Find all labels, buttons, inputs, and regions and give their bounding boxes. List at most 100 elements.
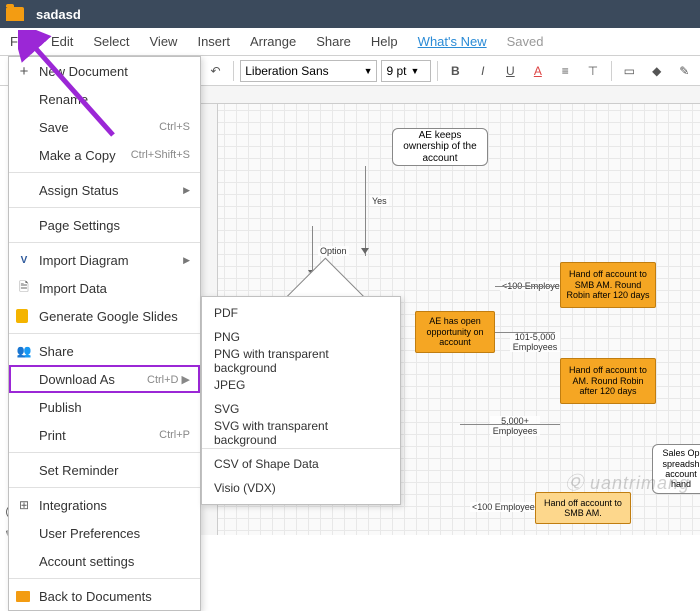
menuitem-label: Share xyxy=(39,344,74,359)
export-pdf[interactable]: PDF xyxy=(202,301,400,325)
connector xyxy=(495,332,555,333)
underline-button[interactable]: U xyxy=(499,59,522,83)
menuitem-publish[interactable]: Publish xyxy=(9,393,200,421)
export-svg[interactable]: SVG xyxy=(202,397,400,421)
menuitem-label: New Document xyxy=(39,64,128,79)
flow-node-handoff-smb2[interactable]: Hand off account to SMB AM. xyxy=(535,492,631,524)
shortcut-label: Ctrl+Shift+S xyxy=(131,149,190,161)
undo-button[interactable]: ↶ xyxy=(204,59,227,83)
separator xyxy=(611,61,612,81)
line-button[interactable]: ✎ xyxy=(672,59,695,83)
node-label: Hand off account to SMB AM. Round Robin … xyxy=(565,269,651,300)
visio-icon: V xyxy=(16,252,32,268)
menuitem-make-copy[interactable]: Make a Copy Ctrl+Shift+S xyxy=(9,141,200,169)
menu-view[interactable]: View xyxy=(140,28,188,55)
menuitem-label: Import Diagram xyxy=(39,253,129,268)
flow-node-ae-keeps[interactable]: AE keeps ownership of the account xyxy=(392,128,488,166)
flow-node-ae-open[interactable]: AE has open opportunity on account xyxy=(415,311,495,353)
menu-file[interactable]: File xyxy=(0,28,41,55)
export-svg-transparent[interactable]: SVG with transparent background xyxy=(202,421,400,445)
menuitem-user-prefs[interactable]: User Preferences xyxy=(9,519,200,547)
font-family-value: Liberation Sans xyxy=(245,64,328,78)
slides-icon xyxy=(16,309,28,323)
indent-button[interactable]: ⊤ xyxy=(581,59,604,83)
menubar: File Edit Select View Insert Arrange Sha… xyxy=(0,28,700,56)
menuitem-download-as[interactable]: Download As Ctrl+D ▶ xyxy=(9,365,200,393)
menu-separator xyxy=(9,452,200,453)
node-label: AE has open opportunity on account xyxy=(420,316,490,347)
menuitem-back-to-documents[interactable]: Back to Documents xyxy=(9,582,200,610)
font-size-select[interactable]: 9 pt ▼ xyxy=(381,60,430,82)
menuitem-label: Print xyxy=(39,428,66,443)
menu-help[interactable]: Help xyxy=(361,28,408,55)
menu-whats-new[interactable]: What's New xyxy=(408,28,497,55)
menuitem-label: Integrations xyxy=(39,498,107,513)
edge-label-lt100-2: <100 Employees xyxy=(470,502,541,512)
menu-separator xyxy=(9,172,200,173)
menuitem-assign-status[interactable]: Assign Status ▶ xyxy=(9,176,200,204)
menuitem-share[interactable]: 👥 Share xyxy=(9,337,200,365)
shortcut-label: Ctrl+D ▶ xyxy=(147,373,190,386)
align-button[interactable]: ≡ xyxy=(554,59,577,83)
chevron-down-icon: ▼ xyxy=(364,66,373,76)
font-size-value: 9 pt xyxy=(386,64,406,78)
fill-button[interactable]: ◆ xyxy=(645,59,668,83)
menu-insert[interactable]: Insert xyxy=(187,28,240,55)
download-as-submenu: PDF PNG PNG with transparent background … xyxy=(201,296,401,505)
menuitem-set-reminder[interactable]: Set Reminder xyxy=(9,456,200,484)
export-visio[interactable]: Visio (VDX) xyxy=(202,476,400,500)
menuitem-save[interactable]: Save Ctrl+S xyxy=(9,113,200,141)
connector xyxy=(365,166,366,256)
menuitem-account-settings[interactable]: Account settings xyxy=(9,547,200,575)
bold-button[interactable]: B xyxy=(444,59,467,83)
menuitem-import-diagram[interactable]: V Import Diagram ▶ xyxy=(9,246,200,274)
menu-separator xyxy=(9,242,200,243)
connector xyxy=(495,286,555,287)
people-icon: 👥 xyxy=(16,343,32,359)
menuitem-label: Page Settings xyxy=(39,218,120,233)
menu-separator xyxy=(9,333,200,334)
menu-separator xyxy=(202,448,400,449)
edge-label-5000: 5,000+ Employees xyxy=(490,416,540,436)
menuitem-rename[interactable]: Rename xyxy=(9,85,200,113)
menuitem-label: Rename xyxy=(39,92,88,107)
menuitem-integrations[interactable]: ⊞ Integrations xyxy=(9,491,200,519)
document-title: sadasd xyxy=(36,7,81,22)
menu-edit[interactable]: Edit xyxy=(41,28,83,55)
document-icon: 🗎 xyxy=(16,280,32,296)
connector xyxy=(460,424,560,425)
flow-node-handoff-smb[interactable]: Hand off account to SMB AM. Round Robin … xyxy=(560,262,656,308)
export-png[interactable]: PNG xyxy=(202,325,400,349)
export-jpeg[interactable]: JPEG xyxy=(202,373,400,397)
export-csv[interactable]: CSV of Shape Data xyxy=(202,452,400,476)
menuitem-label: Download As xyxy=(39,372,115,387)
menuitem-label: Assign Status xyxy=(39,183,119,198)
font-family-select[interactable]: Liberation Sans ▼ xyxy=(240,60,377,82)
export-png-transparent[interactable]: PNG with transparent background xyxy=(202,349,400,373)
text-color-button[interactable]: A xyxy=(526,59,549,83)
menuitem-label: Generate Google Slides xyxy=(39,309,178,324)
menu-separator xyxy=(9,578,200,579)
menuitem-import-data[interactable]: 🗎 Import Data xyxy=(9,274,200,302)
menu-select[interactable]: Select xyxy=(83,28,139,55)
shortcut-label: Ctrl+P xyxy=(159,429,190,441)
menuitem-page-settings[interactable]: Page Settings xyxy=(9,211,200,239)
menu-share[interactable]: Share xyxy=(306,28,361,55)
node-label: AE keeps ownership of the account xyxy=(397,130,483,165)
italic-button[interactable]: I xyxy=(471,59,494,83)
menu-arrange[interactable]: Arrange xyxy=(240,28,306,55)
file-dropdown-menu: + New Document Rename Save Ctrl+S Make a… xyxy=(8,56,201,611)
menuitem-label: Account settings xyxy=(39,554,134,569)
horizontal-ruler xyxy=(200,86,700,104)
edge-label-101-5000: 101-5,000 Employees xyxy=(510,332,560,352)
flow-node-handoff-am[interactable]: Hand off account to AM. Round Robin afte… xyxy=(560,358,656,404)
menuitem-label: Publish xyxy=(39,400,82,415)
node-label: Hand off account to SMB AM. xyxy=(540,498,626,519)
menuitem-generate-slides[interactable]: Generate Google Slides xyxy=(9,302,200,330)
shape-button[interactable]: ▭ xyxy=(618,59,641,83)
saved-indicator: Saved xyxy=(497,28,554,55)
shortcut-label: Ctrl+S xyxy=(159,121,190,133)
edge-label-option: Option xyxy=(318,246,349,256)
menuitem-print[interactable]: Print Ctrl+P xyxy=(9,421,200,449)
menuitem-new-document[interactable]: + New Document xyxy=(9,57,200,85)
